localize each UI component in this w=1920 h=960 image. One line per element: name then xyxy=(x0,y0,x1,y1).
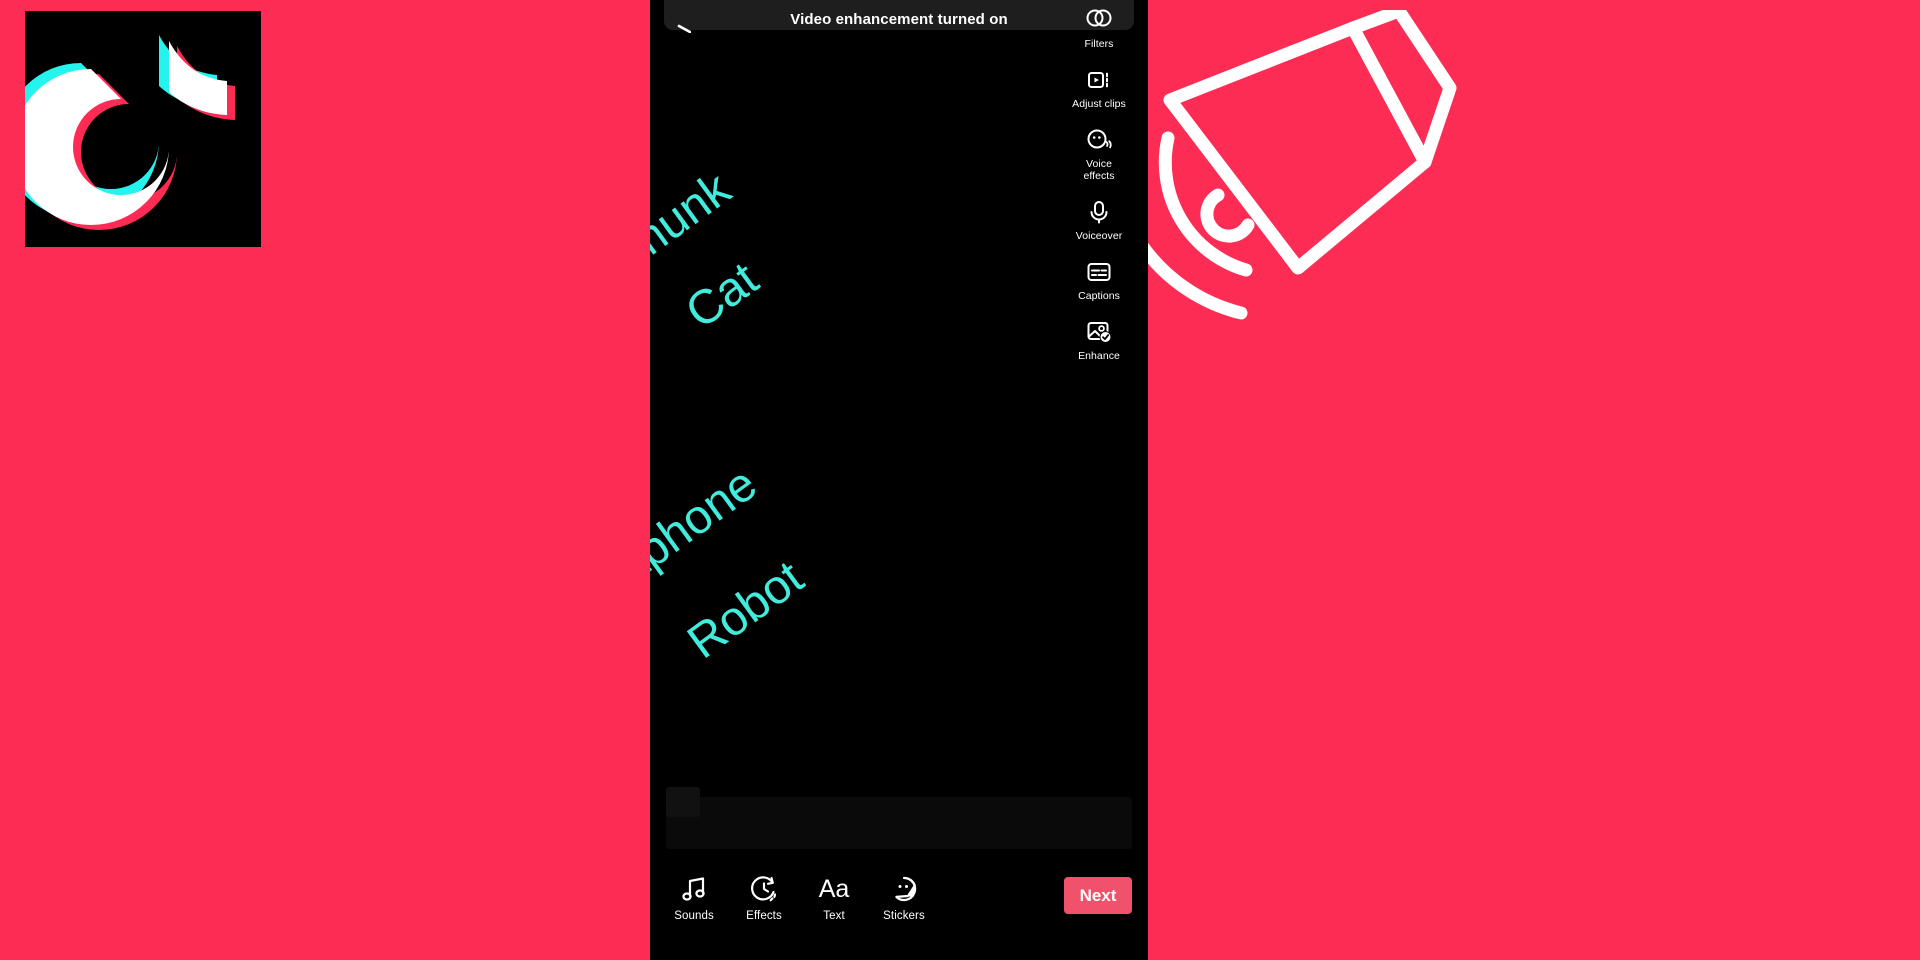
sticker-icon xyxy=(889,874,919,904)
enhance-icon xyxy=(1085,318,1113,346)
filters-icon xyxy=(1085,6,1113,34)
rail-item-adjust-clips[interactable]: Adjust clips xyxy=(1050,66,1148,110)
megaphone-horn-icon xyxy=(1163,10,1457,275)
effect-label-cat[interactable]: Cat xyxy=(676,252,769,340)
rail-item-enhance[interactable]: Enhance xyxy=(1050,318,1148,362)
text-aa-icon: Aa xyxy=(818,874,850,904)
tiktok-note-icon xyxy=(25,35,235,230)
rail-label-enhance: Enhance xyxy=(1078,350,1120,362)
music-note-icon xyxy=(679,874,709,904)
tool-label-stickers: Stickers xyxy=(883,910,925,922)
tool-label-sounds: Sounds xyxy=(674,910,714,922)
bottom-toolbar: Sounds Effects Aa Text Stickers Next xyxy=(650,860,1148,960)
effect-label-robot[interactable]: Robot xyxy=(678,550,814,670)
rail-label-filters: Filters xyxy=(1084,38,1114,50)
timer-icon xyxy=(749,874,779,904)
clip-timeline-handle[interactable] xyxy=(666,787,700,817)
toast-text: Video enhancement turned on xyxy=(790,11,1008,28)
rail-label-voice-effects-line2: effects xyxy=(1083,170,1115,182)
tool-item-stickers[interactable]: Stickers xyxy=(874,874,934,923)
megaphone-illustration xyxy=(1100,10,1500,350)
tool-label-text: Text xyxy=(823,910,845,922)
voice-effects-icon xyxy=(1085,126,1113,154)
text-aa-glyph: Aa xyxy=(818,875,850,903)
tiktok-logo xyxy=(25,11,261,247)
voiceover-icon xyxy=(1085,198,1113,226)
tool-item-text[interactable]: Aa Text xyxy=(804,874,864,923)
tool-item-sounds[interactable]: Sounds xyxy=(664,874,724,923)
rail-label-captions: Captions xyxy=(1078,290,1120,302)
clip-timeline-strip[interactable] xyxy=(666,787,1132,849)
rail-label-voice-effects-line1: Voice xyxy=(1086,158,1112,170)
captions-icon xyxy=(1085,258,1113,286)
rail-item-voice-effects[interactable]: Voice effects xyxy=(1050,126,1148,182)
rail-item-voiceover[interactable]: Voiceover xyxy=(1050,198,1148,242)
phone-screen: Video enhancement turned on Filters Adju… xyxy=(650,0,1148,960)
rail-label-voiceover: Voiceover xyxy=(1075,230,1123,242)
adjust-clips-icon xyxy=(1085,66,1113,94)
rail-label-adjust-clips: Adjust clips xyxy=(1072,98,1126,110)
back-arrow-icon[interactable] xyxy=(677,20,692,34)
next-button[interactable]: Next xyxy=(1064,877,1132,914)
tool-item-effects[interactable]: Effects xyxy=(734,874,794,923)
editor-side-rail: Filters Adjust clips Voice effects Voice… xyxy=(1050,6,1148,378)
tool-label-effects: Effects xyxy=(746,910,782,922)
rail-item-captions[interactable]: Captions xyxy=(1050,258,1148,302)
rail-item-filters[interactable]: Filters xyxy=(1050,6,1148,50)
